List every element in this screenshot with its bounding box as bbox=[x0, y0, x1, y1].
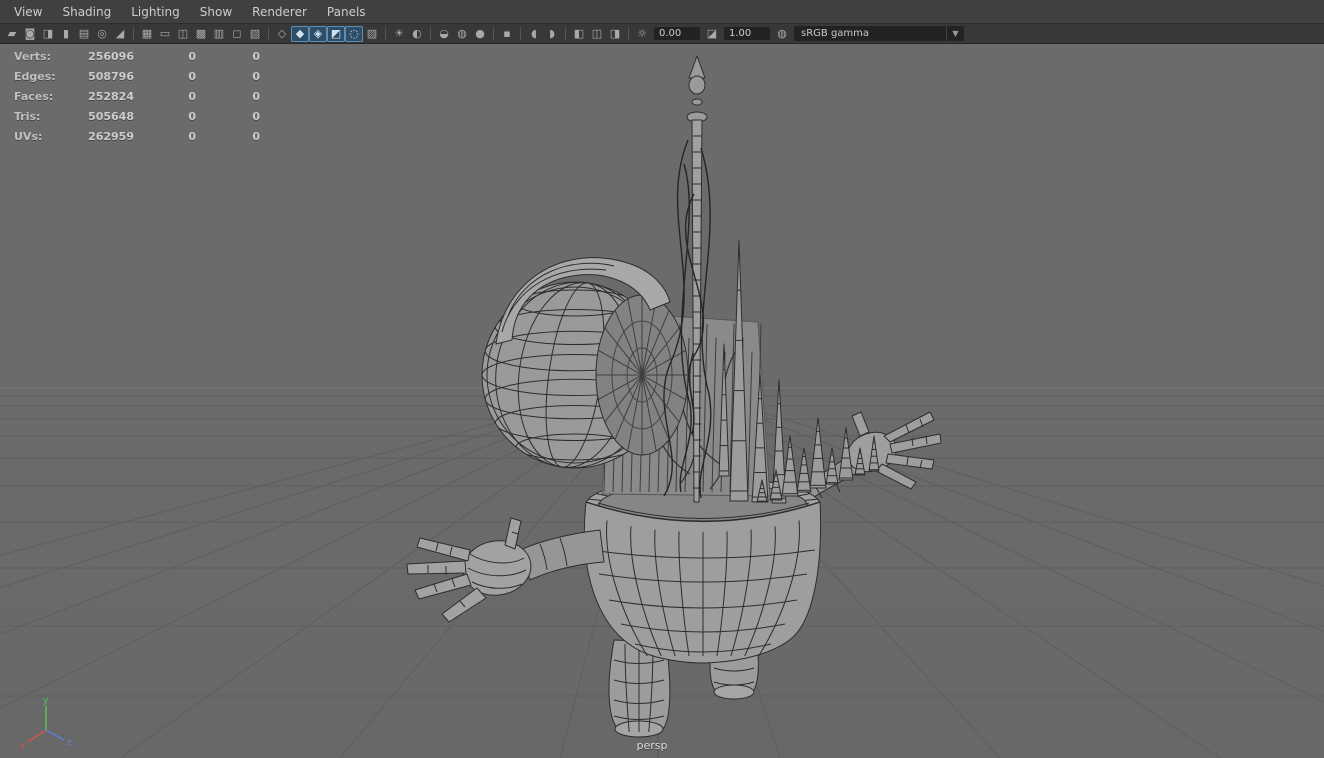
selection-highlight-icon[interactable]: ◨ bbox=[606, 26, 624, 42]
panel-menu-bar: View Shading Lighting Show Renderer Panels bbox=[0, 0, 1324, 24]
hud-value: 0 bbox=[252, 69, 260, 83]
toolbar-separator bbox=[133, 27, 134, 40]
hud-value: 0 bbox=[188, 89, 196, 103]
use-default-material-icon[interactable]: ◌ bbox=[345, 25, 363, 42]
bookmarks-icon[interactable]: ▮ bbox=[57, 26, 75, 42]
hud-value: 0 bbox=[188, 49, 196, 63]
wireframe-icon[interactable]: ◇ bbox=[273, 26, 291, 42]
menu-renderer[interactable]: Renderer bbox=[242, 2, 317, 22]
menu-lighting[interactable]: Lighting bbox=[121, 2, 190, 22]
smooth-shade-icon[interactable]: ◆ bbox=[291, 25, 309, 42]
hud-value: 0 bbox=[252, 89, 260, 103]
xray-joints-icon[interactable]: ◗ bbox=[543, 26, 561, 42]
hud-row-tris: Tris: 505648 0 0 bbox=[14, 106, 260, 126]
hud-row-uvs: UVs: 262959 0 0 bbox=[14, 126, 260, 146]
gate-mask-icon[interactable]: ▩ bbox=[192, 26, 210, 42]
wireframe-on-shaded-icon[interactable]: ◈ bbox=[309, 25, 327, 42]
axis-y-label: y bbox=[43, 696, 49, 706]
resolution-gate-icon[interactable]: ◫ bbox=[174, 26, 192, 42]
hud-value: 0 bbox=[252, 109, 260, 123]
hud-value: 508796 bbox=[88, 69, 134, 83]
viewport[interactable]: Verts: 256096 0 0 Edges: 508796 0 0 Faces: 252824… bbox=[0, 44, 1324, 758]
hud-label: Faces: bbox=[14, 89, 54, 103]
menu-show[interactable]: Show bbox=[190, 2, 242, 22]
safe-title-icon[interactable]: ▧ bbox=[246, 26, 264, 42]
textured-icon[interactable]: ◩ bbox=[327, 25, 345, 42]
hud-row-edges: Edges: 508796 0 0 bbox=[14, 66, 260, 86]
axis-z-line bbox=[45, 729, 65, 741]
motion-blur-icon[interactable]: ◍ bbox=[453, 26, 471, 42]
hud-row-faces: Faces: 252824 0 0 bbox=[14, 86, 260, 106]
hud-poly-count: Verts: 256096 0 0 Edges: 508796 0 0 Faces: 252824… bbox=[14, 46, 260, 146]
hud-value: 0 bbox=[252, 129, 260, 143]
pan-zoom-icon[interactable]: ◎ bbox=[93, 26, 111, 42]
toolbar-separator bbox=[628, 27, 629, 40]
shadows-icon[interactable]: ◐ bbox=[408, 26, 426, 42]
hud-value: 256096 bbox=[88, 49, 134, 63]
field-chart-icon[interactable]: ▥ bbox=[210, 26, 228, 42]
chevron-down-icon[interactable]: ▼ bbox=[946, 26, 964, 41]
multisample-icon[interactable]: ● bbox=[471, 26, 489, 42]
view-transform-select[interactable]: sRGB gamma bbox=[794, 26, 946, 41]
toolbar-separator bbox=[493, 27, 494, 40]
gamma-field[interactable]: 1.00 bbox=[724, 27, 770, 40]
menu-shading[interactable]: Shading bbox=[52, 2, 121, 22]
hud-label: UVs: bbox=[14, 129, 43, 143]
use-all-lights-icon[interactable]: ☀ bbox=[390, 26, 408, 42]
hud-value: 252824 bbox=[88, 89, 134, 103]
exposure-field[interactable]: 0.00 bbox=[654, 27, 700, 40]
safe-action-icon[interactable]: ◻ bbox=[228, 26, 246, 42]
film-gate-icon[interactable]: ▭ bbox=[156, 26, 174, 42]
plane-mode-icon[interactable]: ◫ bbox=[588, 26, 606, 42]
select-camera-icon[interactable]: ▰ bbox=[3, 26, 21, 42]
exposure-icon[interactable]: ☼ bbox=[633, 26, 651, 42]
isolate-select-icon[interactable]: ◧ bbox=[570, 26, 588, 42]
hud-value: 0 bbox=[252, 49, 260, 63]
hud-label: Verts: bbox=[14, 49, 52, 63]
hud-value: 0 bbox=[188, 109, 196, 123]
axis-x-label: x bbox=[20, 741, 26, 750]
fog-icon[interactable]: ▪ bbox=[498, 26, 516, 42]
toolbar-separator bbox=[268, 27, 269, 40]
maya-perspective-panel: View Shading Lighting Show Renderer Panels ▰ ◙… bbox=[0, 0, 1324, 758]
menu-view[interactable]: View bbox=[4, 2, 52, 22]
grid-icon[interactable]: ▦ bbox=[138, 26, 156, 42]
camera-name-label: persp bbox=[636, 739, 668, 752]
occlusion-icon[interactable]: ◒ bbox=[435, 26, 453, 42]
toolbar-separator bbox=[430, 27, 431, 40]
panel-toolbar: ▰ ◙ ◨ ▮ ▤ ◎ ◢ ▦ ▭ ◫ ▩ ▥ ◻ ▧ ◇ ◆ ◈ ◩ ◌ ▨ ☀ ◐ ◒ ◍ ● ▪ ◖ ◗ ◧ ◫ ◨ ☼ 0.00 ◪… bbox=[0, 24, 1324, 44]
view-axis-gnomon: y x z bbox=[20, 696, 72, 750]
toolbar-separator bbox=[385, 27, 386, 40]
hud-label: Tris: bbox=[14, 109, 41, 123]
grease-pencil-icon[interactable]: ◢ bbox=[111, 26, 129, 42]
hud-label: Edges: bbox=[14, 69, 56, 83]
axis-x-line bbox=[27, 729, 47, 743]
toolbar-separator bbox=[565, 27, 566, 40]
hud-value: 262959 bbox=[88, 129, 134, 143]
toolbar-separator bbox=[520, 27, 521, 40]
lock-camera-icon[interactable]: ◙ bbox=[21, 26, 39, 42]
gamma-icon[interactable]: ◪ bbox=[703, 26, 721, 42]
axis-z-label: z bbox=[67, 738, 72, 748]
camera-attributes-icon[interactable]: ◨ bbox=[39, 26, 57, 42]
menu-panels[interactable]: Panels bbox=[317, 2, 376, 22]
hud-value: 0 bbox=[188, 69, 196, 83]
viewport-3d-scene[interactable] bbox=[0, 44, 1324, 758]
hud-row-verts: Verts: 256096 0 0 bbox=[14, 46, 260, 66]
view-transform-icon[interactable]: ◍ bbox=[773, 26, 791, 42]
hud-value: 0 bbox=[188, 129, 196, 143]
xray-icon[interactable]: ◖ bbox=[525, 26, 543, 42]
hud-value: 505648 bbox=[88, 109, 134, 123]
image-plane-icon[interactable]: ▤ bbox=[75, 26, 93, 42]
checker-material-icon[interactable]: ▨ bbox=[363, 26, 381, 42]
toolbar-icons: ▰ ◙ ◨ ▮ ▤ ◎ ◢ ▦ ▭ ◫ ▩ ▥ ◻ ▧ ◇ ◆ ◈ ◩ ◌ ▨ ☀ ◐ ◒ ◍ ● ▪ ◖ ◗ ◧ ◫ ◨ bbox=[3, 25, 624, 42]
